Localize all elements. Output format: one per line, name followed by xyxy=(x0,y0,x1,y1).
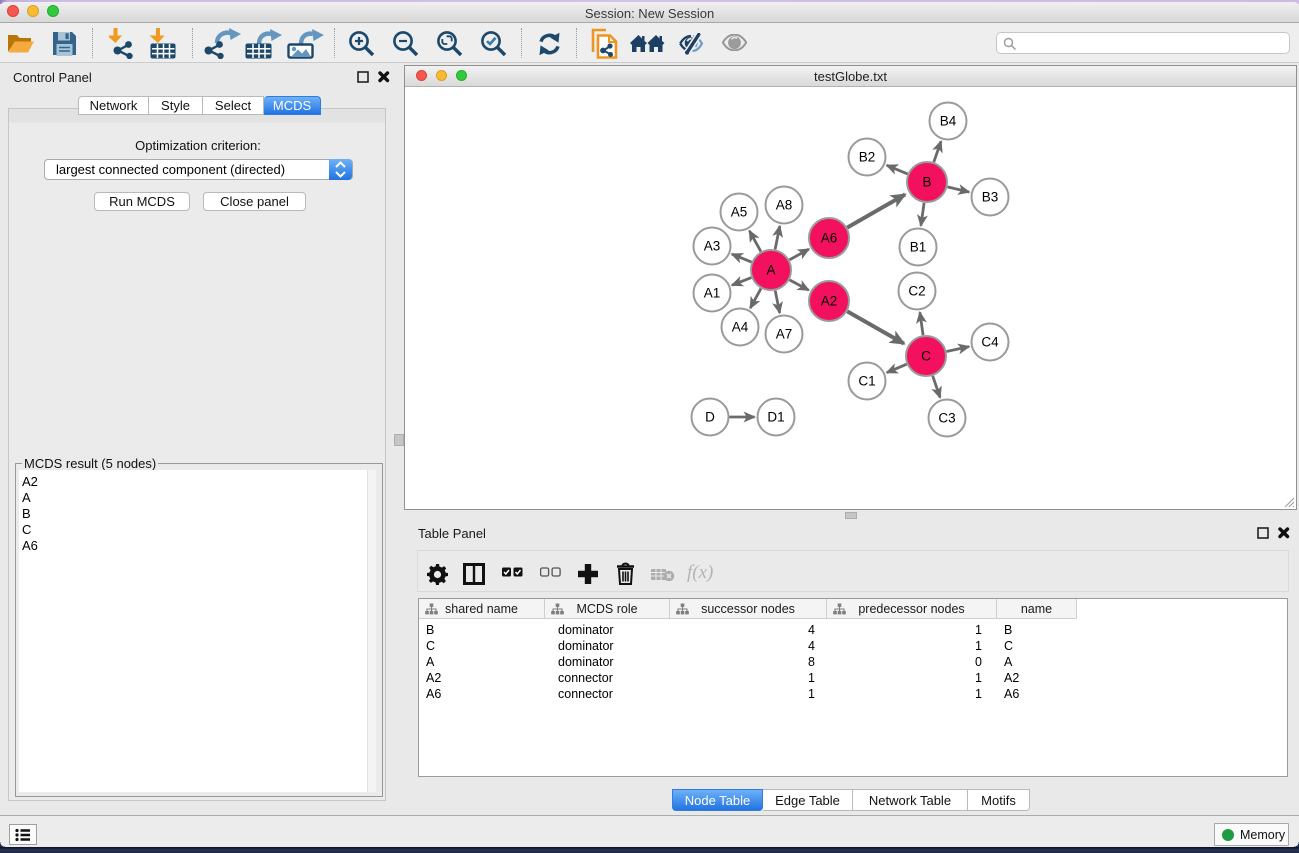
svg-text:C2: C2 xyxy=(908,284,925,299)
svg-text:B3: B3 xyxy=(982,190,999,205)
svg-text:A6: A6 xyxy=(821,231,838,246)
svg-text:A2: A2 xyxy=(821,294,838,309)
svg-text:B1: B1 xyxy=(910,240,927,255)
svg-text:D: D xyxy=(705,410,715,425)
svg-text:B4: B4 xyxy=(940,114,957,129)
svg-text:C4: C4 xyxy=(981,335,999,350)
svg-text:A5: A5 xyxy=(731,205,748,220)
svg-text:B2: B2 xyxy=(859,150,876,165)
svg-text:A: A xyxy=(766,263,775,278)
svg-text:C: C xyxy=(921,349,931,364)
svg-text:A1: A1 xyxy=(704,286,721,301)
svg-text:A3: A3 xyxy=(704,239,721,254)
svg-text:B: B xyxy=(922,175,931,190)
svg-text:A4: A4 xyxy=(732,320,749,335)
svg-text:D1: D1 xyxy=(767,410,784,425)
svg-text:C1: C1 xyxy=(858,374,875,389)
svg-text:A8: A8 xyxy=(776,198,793,213)
svg-text:A7: A7 xyxy=(776,327,793,342)
svg-text:C3: C3 xyxy=(938,411,955,426)
